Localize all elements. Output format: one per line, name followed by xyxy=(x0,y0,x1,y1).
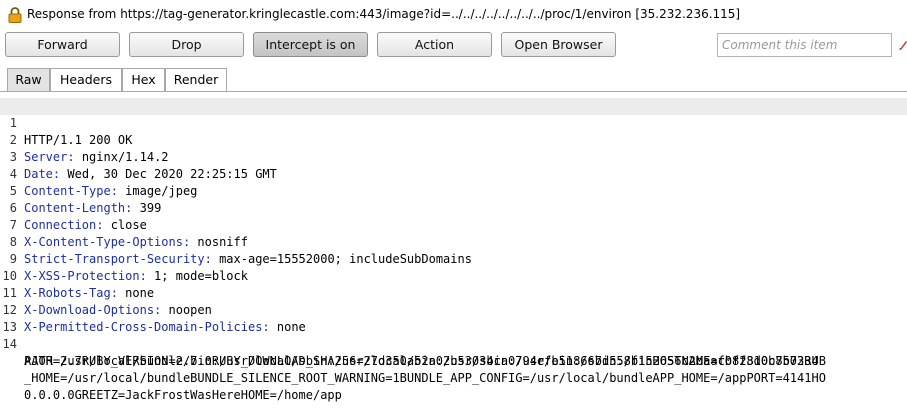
header-line: 7 X-Content-Type-Options: nosniff xyxy=(0,200,907,249)
tab-headers[interactable]: Headers xyxy=(50,68,122,92)
header-line: 2 Server: nginx/1.14.2 xyxy=(0,115,907,164)
header-line: 3 Date: Wed, 30 Dec 2020 22:25:15 GMT xyxy=(0,132,907,181)
tab-render[interactable]: Render xyxy=(165,68,227,92)
status-line: 1 HTTP/1.1 200 OK xyxy=(0,98,907,147)
header-line: 5 Content-Length: 399 xyxy=(0,166,907,215)
tab-divider xyxy=(0,91,907,92)
open-browser-button[interactable]: Open Browser xyxy=(501,32,616,57)
comment-input[interactable] xyxy=(717,33,892,57)
forward-button[interactable]: Forward xyxy=(5,32,120,57)
message-tabs: Raw Headers Hex Render xyxy=(0,68,907,92)
tab-hex[interactable]: Hex xyxy=(122,68,165,92)
title-bar: Response from https://tag-generator.krin… xyxy=(0,0,907,30)
header-line: 6 Connection: close xyxy=(0,183,907,232)
window-title: Response from https://tag-generator.krin… xyxy=(27,7,741,21)
highlight-pen-icon[interactable] xyxy=(898,37,907,51)
body-line-wrap: 0.0.0.0GREETZ=JackFrostWasHereHOME=/home… xyxy=(0,370,907,402)
lock-icon xyxy=(8,7,22,23)
action-button[interactable]: Action xyxy=(377,32,492,57)
header-line: 12 X-Permitted-Cross-Domain-Policies: no… xyxy=(0,285,907,334)
body-line-wrap: AJOR=2.7RUBY_VERSION=2.7.0RUBY_DOWNLOAD_… xyxy=(0,336,907,368)
body-text: 0.0.0.0GREETZ=JackFrostWasHereHOME=/home… xyxy=(24,388,342,402)
toolbar: Forward Drop Intercept is on Action Open… xyxy=(0,32,907,62)
header-line: 10 X-Robots-Tag: none xyxy=(0,251,907,300)
tab-raw[interactable]: Raw xyxy=(7,68,50,92)
response-editor[interactable]: 1 HTTP/1.1 200 OK 2 Server: nginx/1.14.2… xyxy=(0,98,907,409)
body-line-wrap: _HOME=/usr/local/bundleBUNDLE_SILENCE_RO… xyxy=(0,353,907,385)
intercept-toggle-button[interactable]: Intercept is on xyxy=(253,32,368,57)
blank-line: 13 xyxy=(0,302,907,334)
body-line: 14 PATH=/usr/local/bundle/bin:/usr/local… xyxy=(0,319,907,368)
drop-button[interactable]: Drop xyxy=(129,32,244,57)
header-line: 4 Content-Type: image/jpeg xyxy=(0,149,907,198)
header-line: 11 X-Download-Options: noopen xyxy=(0,268,907,317)
header-line: 8 Strict-Transport-Security: max-age=155… xyxy=(0,217,907,266)
header-line: 9 X-XSS-Protection: 1; mode=block xyxy=(0,234,907,283)
